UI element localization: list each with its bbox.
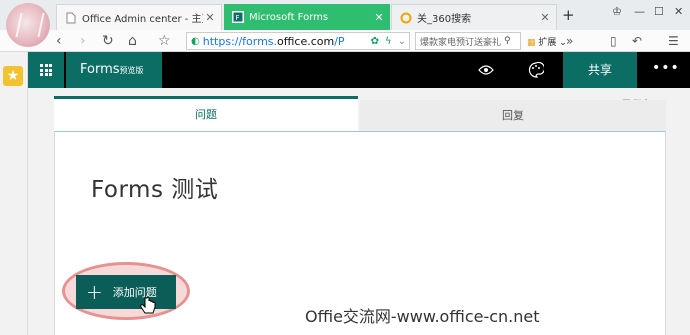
search-text: 爆款家电预订送豪礼	[420, 37, 502, 48]
extensions-button[interactable]: ▦ 扩展 ⌄	[527, 35, 567, 48]
more-options-button[interactable]: •••	[652, 52, 679, 88]
reading-mode-icon[interactable]: ▯	[610, 31, 617, 51]
watermark-text: Offie交流网-www.office-cn.net	[305, 307, 540, 326]
plus-icon: +	[86, 280, 103, 304]
extensions-label: 扩展	[538, 38, 557, 48]
tab-360-search[interactable]: 关_360搜索 ✕	[391, 4, 557, 30]
secure-icon: ◐	[191, 35, 200, 47]
url-text: https://forms.office.com/P	[202, 34, 345, 48]
chevron-down-icon[interactable]: ⌄	[398, 36, 406, 47]
preview-badge: 预览版	[119, 66, 144, 75]
new-tab-button[interactable]: +	[562, 6, 575, 24]
maximize-icon[interactable]: ☐	[654, 5, 664, 18]
refresh-green-icon[interactable]: ✿	[371, 36, 379, 47]
form-title[interactable]: Forms 测试	[91, 170, 218, 204]
bookmark-star-icon[interactable]: ☆	[158, 31, 171, 51]
preview-eye-icon[interactable]	[478, 52, 494, 88]
close-icon[interactable]: ✕	[372, 11, 386, 24]
search-engine-icon	[400, 12, 412, 23]
undo-icon[interactable]: ↶	[632, 31, 642, 51]
browser-sidebar: ★	[0, 52, 28, 335]
back-icon[interactable]: ‹	[56, 31, 62, 51]
app-launcher-button[interactable]	[28, 52, 64, 88]
close-icon[interactable]: ✕	[203, 11, 217, 24]
share-button[interactable]: 共享	[563, 52, 637, 88]
window-close-icon[interactable]: ✕	[674, 5, 683, 18]
tab-questions[interactable]: 问题	[54, 96, 358, 131]
more-chevron-icon[interactable]: »	[566, 31, 573, 51]
tab-microsoft-forms[interactable]: F Microsoft Forms ✕	[224, 4, 390, 30]
brand-name: Forms	[80, 62, 120, 77]
svg-text:F: F	[236, 14, 240, 22]
favorites-star-icon[interactable]: ★	[3, 66, 23, 86]
browser-logo	[6, 3, 50, 47]
extension-icon: ▦	[527, 38, 536, 48]
forms-icon: F	[232, 11, 244, 23]
search-input[interactable]: 爆款家电预订送豪礼 ⚲	[415, 32, 521, 50]
close-icon[interactable]: ✕	[538, 11, 552, 24]
theme-palette-icon[interactable]	[528, 52, 544, 88]
browser-toolbar: ‹ › ↻ ⌂ ☆ ◐ https://forms.office.com/P ✿…	[0, 30, 690, 52]
browser-tab-strip: Office Admin center - 主页 ✕ F Microsoft F…	[0, 0, 690, 47]
tab-responses[interactable]: 回复	[360, 100, 666, 131]
forms-brand[interactable]: Forms预览版	[66, 52, 162, 88]
forward-icon[interactable]: ›	[80, 31, 86, 51]
forms-app-bar: Forms预览版 共享 •••	[28, 52, 690, 88]
menu-icon[interactable]: ☰	[668, 31, 679, 51]
waffle-icon	[40, 64, 52, 76]
tab-label: Office Admin center - 主页	[82, 14, 203, 25]
reload-icon[interactable]: ↻	[102, 31, 114, 51]
search-icon[interactable]: ⚲	[504, 36, 511, 46]
hand-cursor-icon	[140, 296, 156, 314]
page-icon	[66, 12, 76, 23]
form-tabs: 问题 回复	[54, 96, 666, 131]
tab-label: 关_360搜索	[417, 14, 472, 25]
address-bar[interactable]: ◐ https://forms.office.com/P ✿ ϟ ⌄	[186, 32, 410, 50]
lightning-icon[interactable]: ϟ	[385, 36, 392, 47]
add-question-button[interactable]: + 添加问题	[76, 275, 176, 309]
tab-office-admin[interactable]: Office Admin center - 主页 ✕	[56, 4, 222, 30]
minimize-icon[interactable]: —	[634, 5, 645, 18]
tab-label: Microsoft Forms	[249, 11, 329, 23]
skin-icon[interactable]: ♔	[612, 5, 622, 18]
home-icon[interactable]: ⌂	[128, 31, 137, 51]
